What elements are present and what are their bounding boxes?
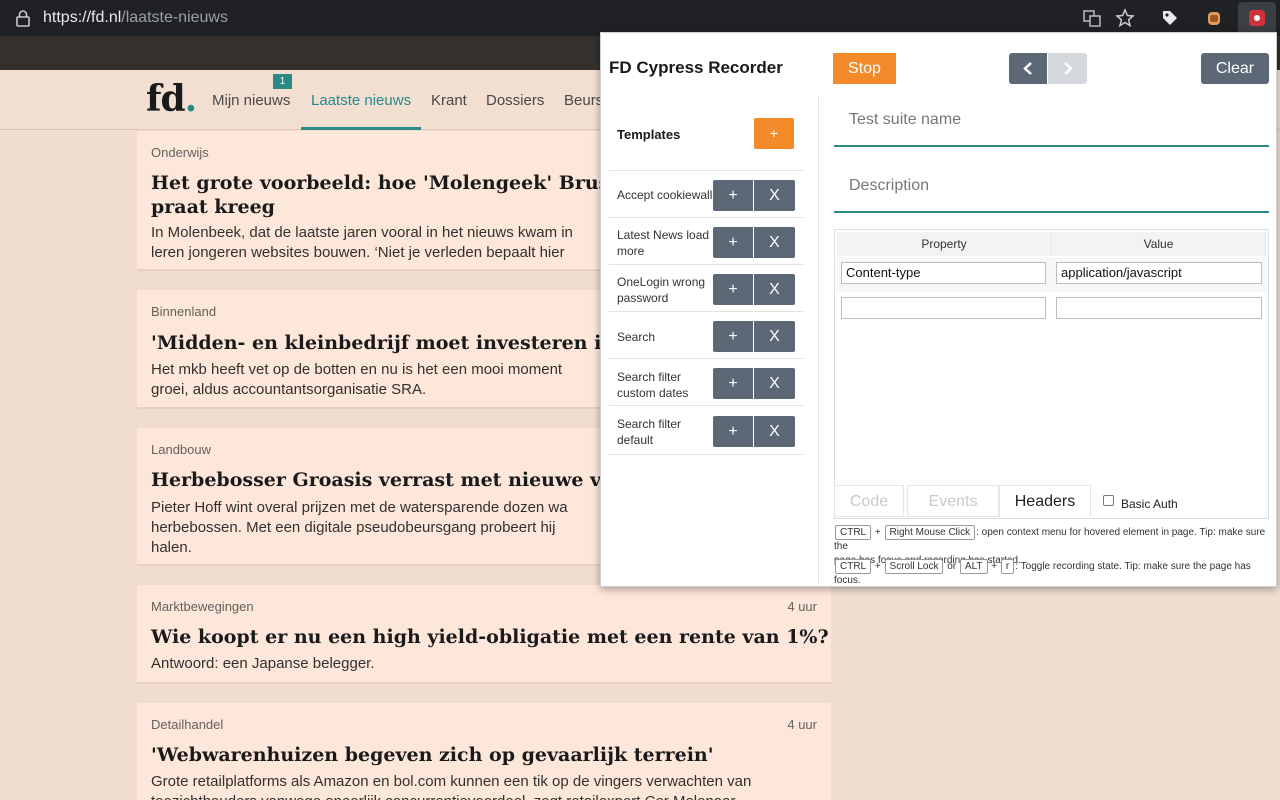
description-field[interactable]: Description <box>834 165 1269 213</box>
previous-button[interactable] <box>1009 53 1047 84</box>
article-summary: Grote retailplatforms als Amazon en bol.… <box>151 773 752 790</box>
article-category: Landbouw <box>151 442 211 457</box>
kbd-ctrl: CTRL <box>835 525 872 540</box>
template-name: Search filter default <box>617 417 682 447</box>
template-row: Search filter custom dates + X <box>609 358 803 405</box>
value-input[interactable] <box>1056 297 1262 319</box>
article-time: 4 uur <box>787 599 817 614</box>
stop-button[interactable]: Stop <box>833 53 896 84</box>
nav-krant[interactable]: Krant <box>431 92 467 109</box>
template-remove-button[interactable]: X <box>754 227 795 258</box>
template-remove-button[interactable]: X <box>754 274 795 305</box>
nav-notification-badge: 1 <box>273 74 292 89</box>
bookmark-star-icon[interactable] <box>1115 8 1135 28</box>
url-field[interactable]: https://fd.nl/laatste-nieuws <box>43 9 228 27</box>
article-headline[interactable]: 'Webwarenhuizen begeven zich op gevaarli… <box>151 743 831 767</box>
tab-events[interactable]: Events <box>907 485 999 517</box>
active-nav-indicator <box>301 127 421 130</box>
nav-beurs[interactable]: Beurs <box>564 92 603 109</box>
url-host: https://fd.nl <box>43 9 122 26</box>
article-summary-line2: toezichthouders vanwege oneerlijk concur… <box>151 792 821 800</box>
cypress-recorder-popup: FD Cypress Recorder Stop Clear Templates… <box>600 32 1277 587</box>
property-input[interactable] <box>841 297 1046 319</box>
popup-title: FD Cypress Recorder <box>609 58 783 77</box>
template-remove-button[interactable]: X <box>754 368 795 399</box>
template-add-button[interactable]: + <box>713 274 753 305</box>
description-placeholder: Description <box>849 177 930 194</box>
next-button[interactable] <box>1048 53 1087 84</box>
kbd-ctrl: CTRL <box>835 559 872 574</box>
test-suite-name-field[interactable]: Test suite name <box>834 99 1269 147</box>
chevron-left-icon <box>1023 62 1032 75</box>
plus-sign: + <box>874 561 881 572</box>
property-input[interactable]: Content-type <box>841 262 1046 284</box>
template-row: Search + X <box>609 311 803 358</box>
property-column-header: Property <box>837 232 1052 256</box>
kbd-scroll-lock: Scroll Lock <box>884 559 944 574</box>
template-remove-button[interactable]: X <box>754 180 795 211</box>
template-add-button[interactable]: + <box>713 227 753 258</box>
article-category: Onderwijs <box>151 145 209 160</box>
url-path: /laatste-nieuws <box>121 9 228 26</box>
template-name: Search <box>617 330 656 344</box>
tag-extension-icon[interactable] <box>1160 8 1180 28</box>
article-card[interactable]: Marktbewegingen 4 uur Wie koopt er nu ee… <box>137 585 831 684</box>
article-category: Detailhandel <box>151 717 224 732</box>
nav-dossiers[interactable]: Dossiers <box>486 92 544 109</box>
browser-address-bar: https://fd.nl/laatste-nieuws <box>0 0 1280 36</box>
nav-laatste-nieuws[interactable]: Laatste nieuws <box>311 92 411 109</box>
template-add-button[interactable]: + <box>713 180 753 211</box>
logo-dot: . <box>184 78 198 120</box>
plus-sign: + <box>874 527 881 538</box>
article-card[interactable]: Detailhandel 4 uur 'Webwarenhuizen begev… <box>137 703 831 800</box>
clear-button[interactable]: Clear <box>1201 53 1269 84</box>
template-name: OneLogin wrong password <box>617 275 706 305</box>
template-name: Search filter custom dates <box>617 370 689 400</box>
template-name: Latest News load more <box>617 228 710 258</box>
template-row: Accept cookiewall + X <box>609 170 803 217</box>
or-text: or <box>947 561 957 572</box>
template-remove-button[interactable]: X <box>754 321 795 352</box>
kbd-alt: ALT <box>959 559 988 574</box>
chevron-right-icon <box>1064 62 1073 75</box>
template-remove-button[interactable]: X <box>754 416 795 447</box>
article-time: 4 uur <box>787 717 817 732</box>
template-name: Accept cookiewall <box>617 188 713 202</box>
article-headline[interactable]: Wie koopt er nu een high yield-obligatie… <box>151 625 831 649</box>
tab-code[interactable]: Code <box>834 485 904 517</box>
value-input[interactable]: application/javascript <box>1056 262 1262 284</box>
basic-auth-checkbox[interactable] <box>1103 495 1114 506</box>
tab-headers[interactable]: Headers <box>999 485 1091 517</box>
nav-mijn-nieuws[interactable]: Mijn nieuws <box>212 92 290 109</box>
template-row: Search filter default + X <box>609 406 803 453</box>
template-divider <box>609 454 803 455</box>
logo-text: fd <box>146 78 186 120</box>
test-suite-name-placeholder: Test suite name <box>849 111 962 128</box>
plus-sign: + <box>991 561 998 572</box>
fd-logo[interactable]: fd. <box>146 78 198 120</box>
basic-auth-label: Basic Auth <box>1121 497 1178 511</box>
hand-extension-icon[interactable] <box>1204 8 1224 28</box>
templates-title: Templates <box>617 127 681 142</box>
panel-divider <box>818 97 819 583</box>
article-summary: Antwoord: een Japanse belegger. <box>151 655 375 672</box>
template-add-button[interactable]: + <box>713 416 753 447</box>
add-template-button[interactable]: + <box>754 118 794 149</box>
template-row: Latest News load more + X <box>609 217 803 264</box>
record-icon <box>1249 10 1265 26</box>
shortcut-hint-toggle-recording: CTRL + Scroll Lock or ALT + r: Toggle re… <box>834 559 1270 588</box>
template-row: OneLogin wrong password + X <box>609 264 803 311</box>
template-add-button[interactable]: + <box>713 368 753 399</box>
headers-table: Property Value Content-type application/… <box>834 229 1269 519</box>
kbd-right-mouse-click: Right Mouse Click <box>884 525 976 540</box>
translate-icon[interactable] <box>1082 8 1102 28</box>
lock-icon <box>16 10 30 27</box>
article-category: Marktbewegingen <box>151 599 254 614</box>
template-add-button[interactable]: + <box>713 321 753 352</box>
kbd-r: r <box>1000 559 1015 574</box>
value-column-header: Value <box>1052 232 1266 256</box>
cypress-recorder-extension-button[interactable] <box>1238 2 1276 34</box>
article-category: Binnenland <box>151 304 217 319</box>
